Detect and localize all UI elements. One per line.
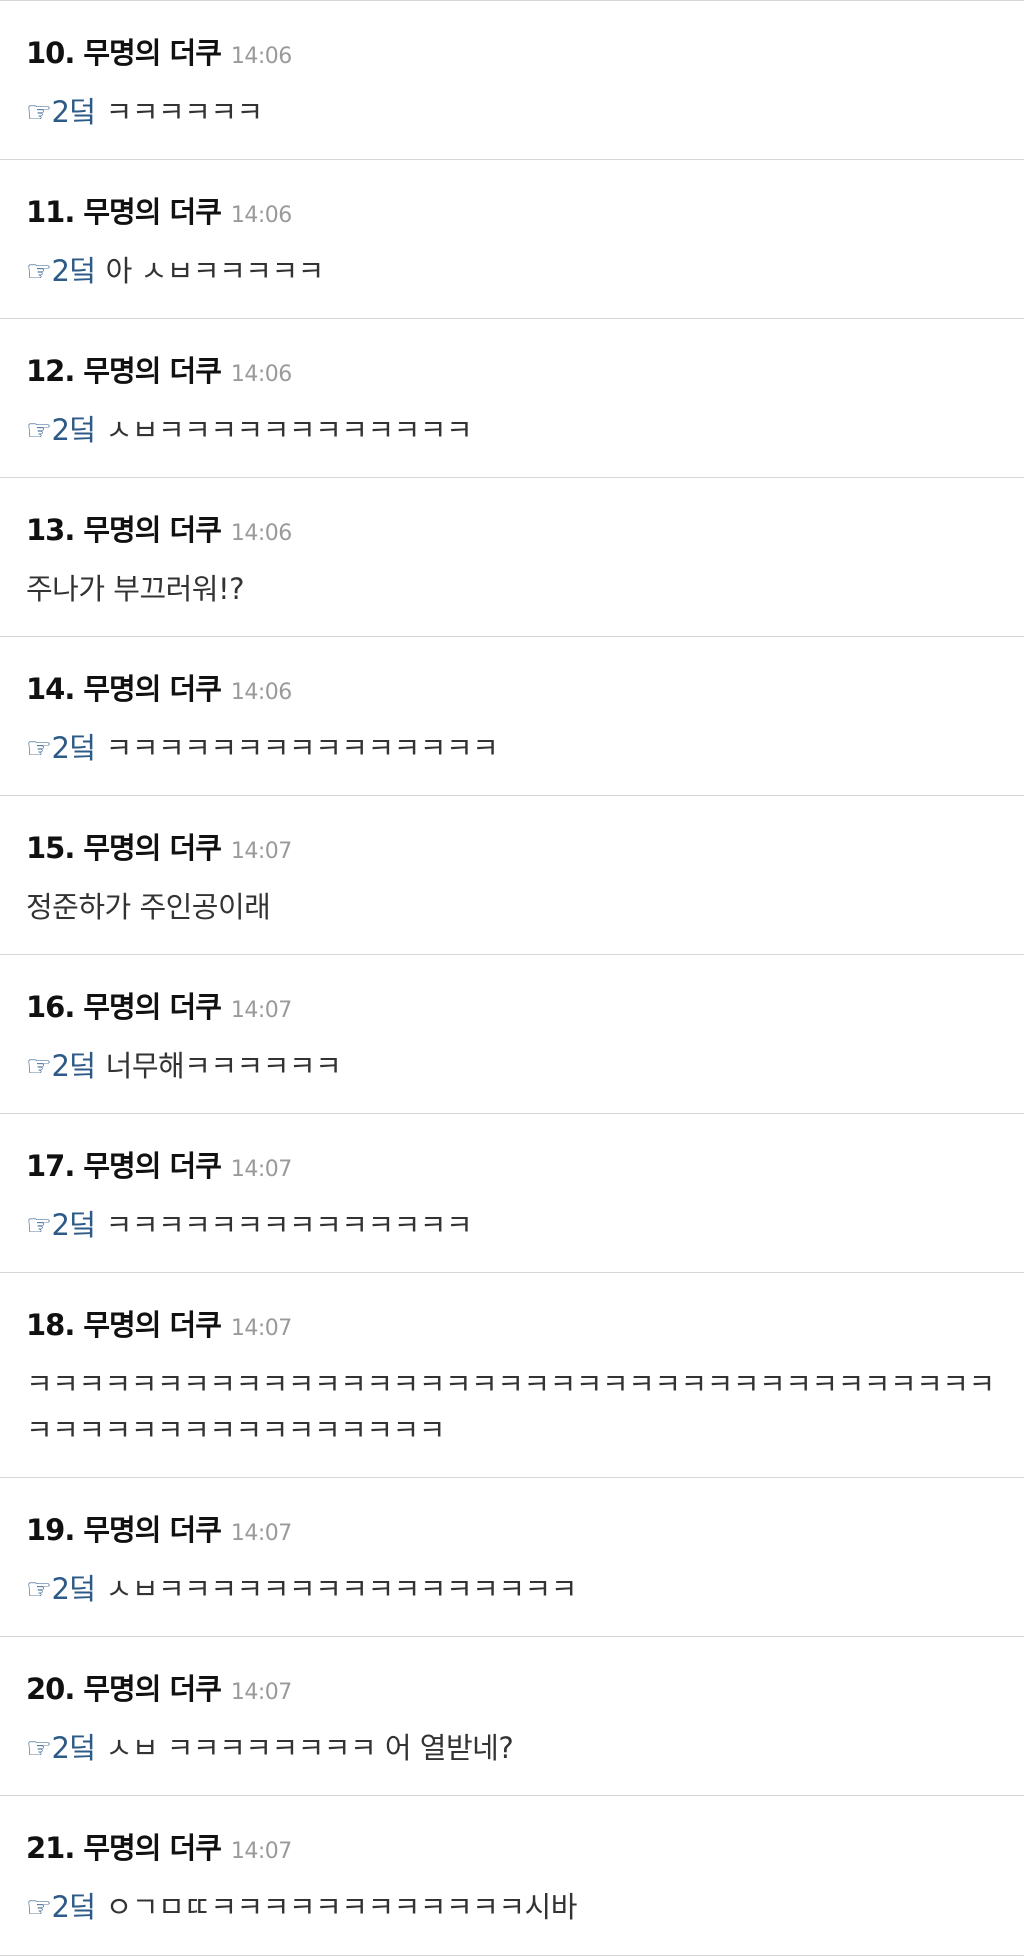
comment-body: 정준하가 주인공이래 bbox=[26, 884, 998, 930]
comment-nickname[interactable]: 무명의 더쿠 bbox=[83, 989, 221, 1025]
comment-nickname[interactable]: 무명의 더쿠 bbox=[83, 671, 221, 707]
comment-header: 17. 무명의 더쿠 14:07 bbox=[26, 1148, 998, 1188]
comment-number: 11. bbox=[26, 195, 75, 229]
comment-body: ☞2덬 아 ㅅㅂㅋㅋㅋㅋㅋ bbox=[26, 248, 998, 294]
comment-number: 12. bbox=[26, 354, 75, 388]
comment-item: 18. 무명의 더쿠 14:07 ㅋㅋㅋㅋㅋㅋㅋㅋㅋㅋㅋㅋㅋㅋㅋㅋㅋㅋㅋㅋㅋㅋㅋ… bbox=[0, 1273, 1024, 1478]
comment-header: 19. 무명의 더쿠 14:07 bbox=[26, 1512, 998, 1552]
reply-link[interactable]: ☞2덬 bbox=[26, 413, 96, 447]
comment-text: ㅋㅋㅋㅋㅋㅋㅋㅋㅋㅋㅋㅋㅋㅋ bbox=[105, 1208, 473, 1242]
comment-body: ☞2덬 ㅋㅋㅋㅋㅋㅋ bbox=[26, 89, 998, 135]
comment-header: 18. 무명의 더쿠 14:07 bbox=[26, 1307, 998, 1347]
comment-text: 정준하가 주인공이래 bbox=[26, 890, 271, 924]
comment-time: 14:07 bbox=[230, 1839, 292, 1864]
reply-link[interactable]: ☞2덬 bbox=[26, 1890, 96, 1924]
reply-link[interactable]: ☞2덬 bbox=[26, 1208, 96, 1242]
comment-item: 10. 무명의 더쿠 14:06 ☞2덬 ㅋㅋㅋㅋㅋㅋ bbox=[0, 1, 1024, 160]
comment-item: 12. 무명의 더쿠 14:06 ☞2덬 ㅅㅂㅋㅋㅋㅋㅋㅋㅋㅋㅋㅋㅋㅋ bbox=[0, 319, 1024, 478]
comment-text: ㅋㅋㅋㅋㅋㅋㅋㅋㅋㅋㅋㅋㅋㅋㅋ bbox=[105, 731, 499, 765]
comment-time: 14:07 bbox=[230, 998, 292, 1023]
comment-item: 14. 무명의 더쿠 14:06 ☞2덬 ㅋㅋㅋㅋㅋㅋㅋㅋㅋㅋㅋㅋㅋㅋㅋ bbox=[0, 637, 1024, 796]
comment-text: ㅋㅋㅋㅋㅋㅋ bbox=[105, 95, 264, 129]
comment-nickname[interactable]: 무명의 더쿠 bbox=[83, 512, 221, 548]
comment-item: 13. 무명의 더쿠 14:06 주나가 부끄러워!? bbox=[0, 478, 1024, 637]
comment-time: 14:06 bbox=[230, 521, 292, 546]
comment-header: 11. 무명의 더쿠 14:06 bbox=[26, 194, 998, 234]
reply-link[interactable]: ☞2덬 bbox=[26, 95, 96, 129]
comment-header: 16. 무명의 더쿠 14:07 bbox=[26, 989, 998, 1029]
comment-time: 14:07 bbox=[230, 839, 292, 864]
comment-body: ☞2덬 ㅅㅂㅋㅋㅋㅋㅋㅋㅋㅋㅋㅋㅋㅋ bbox=[26, 407, 998, 453]
comment-body: ☞2덬 ㅇㄱㅁㄸㅋㅋㅋㅋㅋㅋㅋㅋㅋㅋㅋㅋ시바 bbox=[26, 1884, 998, 1930]
reply-link[interactable]: ☞2덬 bbox=[26, 1049, 96, 1083]
comment-item: 11. 무명의 더쿠 14:06 ☞2덬 아 ㅅㅂㅋㅋㅋㅋㅋ bbox=[0, 160, 1024, 319]
comment-number: 17. bbox=[26, 1149, 75, 1183]
comment-text: ㅇㄱㅁㄸㅋㅋㅋㅋㅋㅋㅋㅋㅋㅋㅋㅋ시바 bbox=[105, 1890, 578, 1924]
comment-text: 주나가 부끄러워!? bbox=[26, 572, 245, 606]
comment-item: 17. 무명의 더쿠 14:07 ☞2덬 ㅋㅋㅋㅋㅋㅋㅋㅋㅋㅋㅋㅋㅋㅋ bbox=[0, 1114, 1024, 1273]
comment-nickname[interactable]: 무명의 더쿠 bbox=[83, 1307, 221, 1343]
comment-time: 14:07 bbox=[230, 1680, 292, 1705]
reply-link[interactable]: ☞2덬 bbox=[26, 254, 96, 288]
comment-text: ㅋㅋㅋㅋㅋㅋㅋㅋㅋㅋㅋㅋㅋㅋㅋㅋㅋㅋㅋㅋㅋㅋㅋㅋㅋㅋㅋㅋㅋㅋㅋㅋㅋㅋㅋㅋㅋㅋㅋㅋ… bbox=[26, 1367, 995, 1447]
comment-body: ☞2덬 너무해ㅋㅋㅋㅋㅋㅋ bbox=[26, 1043, 998, 1089]
comment-nickname[interactable]: 무명의 더쿠 bbox=[83, 1671, 221, 1707]
comment-item: 21. 무명의 더쿠 14:07 ☞2덬 ㅇㄱㅁㄸㅋㅋㅋㅋㅋㅋㅋㅋㅋㅋㅋㅋ시바 bbox=[0, 1796, 1024, 1956]
comment-body: ☞2덬 ㅋㅋㅋㅋㅋㅋㅋㅋㅋㅋㅋㅋㅋㅋㅋ bbox=[26, 725, 998, 771]
comment-body: ☞2덬 ㅅㅂㅋㅋㅋㅋㅋㅋㅋㅋㅋㅋㅋㅋㅋㅋㅋㅋ bbox=[26, 1566, 998, 1612]
comment-text: ㅅㅂㅋㅋㅋㅋㅋㅋㅋㅋㅋㅋㅋㅋㅋㅋㅋㅋ bbox=[105, 1572, 578, 1606]
comment-header: 15. 무명의 더쿠 14:07 bbox=[26, 830, 998, 870]
comment-body: ☞2덬 ㅅㅂ ㅋㅋㅋㅋㅋㅋㅋㅋ 어 열받네? bbox=[26, 1725, 998, 1771]
comment-text: 너무해ㅋㅋㅋㅋㅋㅋ bbox=[105, 1049, 342, 1083]
comment-nickname[interactable]: 무명의 더쿠 bbox=[83, 1512, 221, 1548]
comment-header: 13. 무명의 더쿠 14:06 bbox=[26, 512, 998, 552]
comment-number: 13. bbox=[26, 513, 75, 547]
comment-time: 14:07 bbox=[230, 1316, 292, 1341]
comment-number: 14. bbox=[26, 672, 75, 706]
comment-number: 20. bbox=[26, 1672, 75, 1706]
comment-nickname[interactable]: 무명의 더쿠 bbox=[83, 353, 221, 389]
comment-item: 15. 무명의 더쿠 14:07 정준하가 주인공이래 bbox=[0, 796, 1024, 955]
comment-time: 14:07 bbox=[230, 1157, 292, 1182]
comment-number: 16. bbox=[26, 990, 75, 1024]
comment-nickname[interactable]: 무명의 더쿠 bbox=[83, 1830, 221, 1866]
comment-number: 15. bbox=[26, 831, 75, 865]
comment-item: 19. 무명의 더쿠 14:07 ☞2덬 ㅅㅂㅋㅋㅋㅋㅋㅋㅋㅋㅋㅋㅋㅋㅋㅋㅋㅋ bbox=[0, 1478, 1024, 1637]
comment-list: 10. 무명의 더쿠 14:06 ☞2덬 ㅋㅋㅋㅋㅋㅋ 11. 무명의 더쿠 14… bbox=[0, 0, 1024, 1956]
comment-nickname[interactable]: 무명의 더쿠 bbox=[83, 1148, 221, 1184]
comment-text: ㅅㅂㅋㅋㅋㅋㅋㅋㅋㅋㅋㅋㅋㅋ bbox=[105, 413, 473, 447]
comment-header: 12. 무명의 더쿠 14:06 bbox=[26, 353, 998, 393]
reply-link[interactable]: ☞2덬 bbox=[26, 1572, 96, 1606]
comment-nickname[interactable]: 무명의 더쿠 bbox=[83, 194, 221, 230]
reply-link[interactable]: ☞2덬 bbox=[26, 1731, 96, 1765]
comment-nickname[interactable]: 무명의 더쿠 bbox=[83, 35, 221, 71]
comment-text: ㅅㅂ ㅋㅋㅋㅋㅋㅋㅋㅋ 어 열받네? bbox=[105, 1731, 514, 1765]
comment-time: 14:06 bbox=[230, 680, 292, 705]
comment-number: 18. bbox=[26, 1308, 75, 1342]
comment-body: ㅋㅋㅋㅋㅋㅋㅋㅋㅋㅋㅋㅋㅋㅋㅋㅋㅋㅋㅋㅋㅋㅋㅋㅋㅋㅋㅋㅋㅋㅋㅋㅋㅋㅋㅋㅋㅋㅋㅋㅋ… bbox=[26, 1361, 998, 1453]
comment-nickname[interactable]: 무명의 더쿠 bbox=[83, 830, 221, 866]
comment-time: 14:07 bbox=[230, 1521, 292, 1546]
comment-time: 14:06 bbox=[230, 203, 292, 228]
comment-header: 14. 무명의 더쿠 14:06 bbox=[26, 671, 998, 711]
comment-body: ☞2덬 ㅋㅋㅋㅋㅋㅋㅋㅋㅋㅋㅋㅋㅋㅋ bbox=[26, 1202, 998, 1248]
comment-text: 아 ㅅㅂㅋㅋㅋㅋㅋ bbox=[105, 254, 325, 288]
comment-header: 21. 무명의 더쿠 14:07 bbox=[26, 1830, 998, 1870]
comment-item: 16. 무명의 더쿠 14:07 ☞2덬 너무해ㅋㅋㅋㅋㅋㅋ bbox=[0, 955, 1024, 1114]
comment-header: 10. 무명의 더쿠 14:06 bbox=[26, 35, 998, 75]
comment-number: 10. bbox=[26, 36, 75, 70]
comment-number: 19. bbox=[26, 1513, 75, 1547]
comment-header: 20. 무명의 더쿠 14:07 bbox=[26, 1671, 998, 1711]
comment-time: 14:06 bbox=[230, 362, 292, 387]
comment-item: 20. 무명의 더쿠 14:07 ☞2덬 ㅅㅂ ㅋㅋㅋㅋㅋㅋㅋㅋ 어 열받네? bbox=[0, 1637, 1024, 1796]
comment-body: 주나가 부끄러워!? bbox=[26, 566, 998, 612]
reply-link[interactable]: ☞2덬 bbox=[26, 731, 96, 765]
comment-time: 14:06 bbox=[230, 44, 292, 69]
comment-number: 21. bbox=[26, 1831, 75, 1865]
